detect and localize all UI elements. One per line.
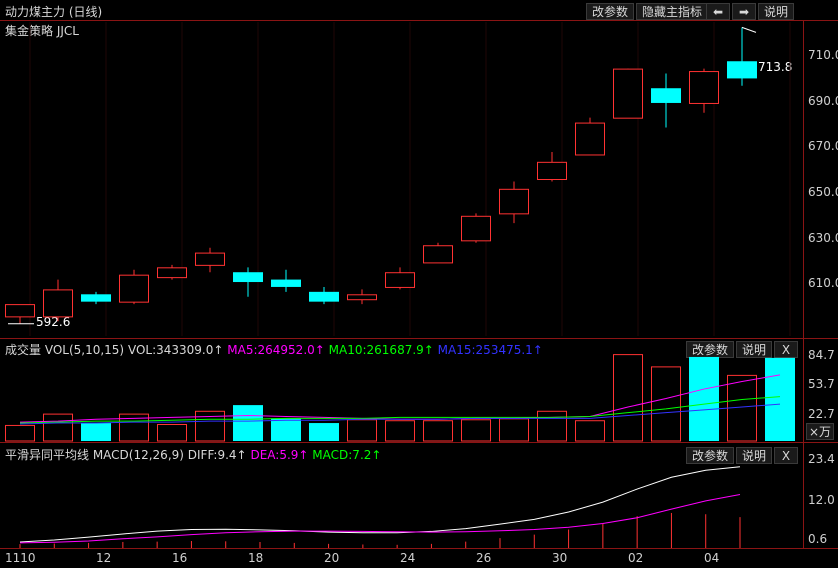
candle-body xyxy=(347,294,377,301)
candle-body xyxy=(385,272,415,288)
candle-body xyxy=(5,304,35,318)
volume-bar xyxy=(233,405,263,441)
volume-bar xyxy=(81,423,111,441)
candle-body xyxy=(499,188,529,215)
candle-body xyxy=(575,122,605,156)
candle-body xyxy=(309,291,339,302)
candle-body xyxy=(613,68,643,119)
candle-body xyxy=(157,267,187,279)
candle-body xyxy=(233,272,263,283)
volume-bar xyxy=(461,419,491,442)
volume-bar xyxy=(575,420,605,442)
volume-bar xyxy=(309,423,339,441)
volume-bar xyxy=(765,357,795,441)
high-marker-line xyxy=(741,26,757,33)
candle-body xyxy=(195,252,225,266)
volume-bar xyxy=(5,424,35,442)
candle-body xyxy=(727,61,757,79)
volume-bar xyxy=(499,418,529,442)
volume-bar xyxy=(271,418,301,441)
candle-body xyxy=(689,71,719,104)
volume-bar xyxy=(423,420,453,442)
candle-body xyxy=(271,279,301,287)
volume-bar xyxy=(43,413,73,442)
candle-body xyxy=(537,161,567,180)
candle-body xyxy=(119,274,149,303)
candle-body xyxy=(461,215,491,242)
volume-bar xyxy=(385,420,415,442)
volume-bar xyxy=(157,424,187,442)
macd-dea-line xyxy=(19,493,741,544)
volume-bar xyxy=(613,354,643,442)
candle-body xyxy=(81,294,111,302)
candle-body xyxy=(43,289,73,318)
candle-body xyxy=(423,245,453,264)
volume-bar xyxy=(651,366,681,442)
volume-bar xyxy=(537,410,567,442)
candle-body xyxy=(651,88,681,103)
volume-bar xyxy=(689,356,719,441)
chart-canvas xyxy=(5,22,795,548)
volume-bar xyxy=(347,419,377,442)
macd-diff-line xyxy=(19,466,741,543)
